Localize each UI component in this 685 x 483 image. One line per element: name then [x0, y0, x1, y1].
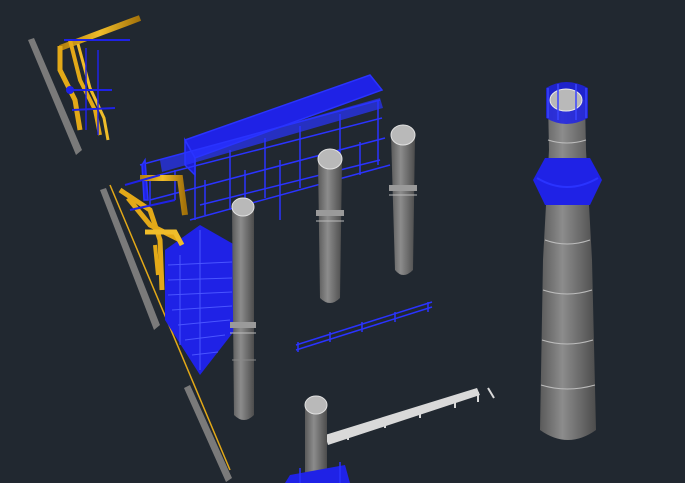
stack-3: [389, 124, 417, 275]
walkway-railing: [295, 301, 433, 352]
stack-2: [316, 148, 344, 303]
plant-3d-model[interactable]: [0, 0, 685, 483]
cad-3d-viewport[interactable]: [0, 0, 685, 483]
stack-1: [230, 197, 256, 420]
white-platform: [325, 387, 495, 445]
chimney: [533, 82, 602, 440]
blue-steel-structure: [139, 74, 391, 221]
blue-equipment-block: [165, 225, 235, 375]
pipe-rack-upper-left: [57, 15, 142, 141]
